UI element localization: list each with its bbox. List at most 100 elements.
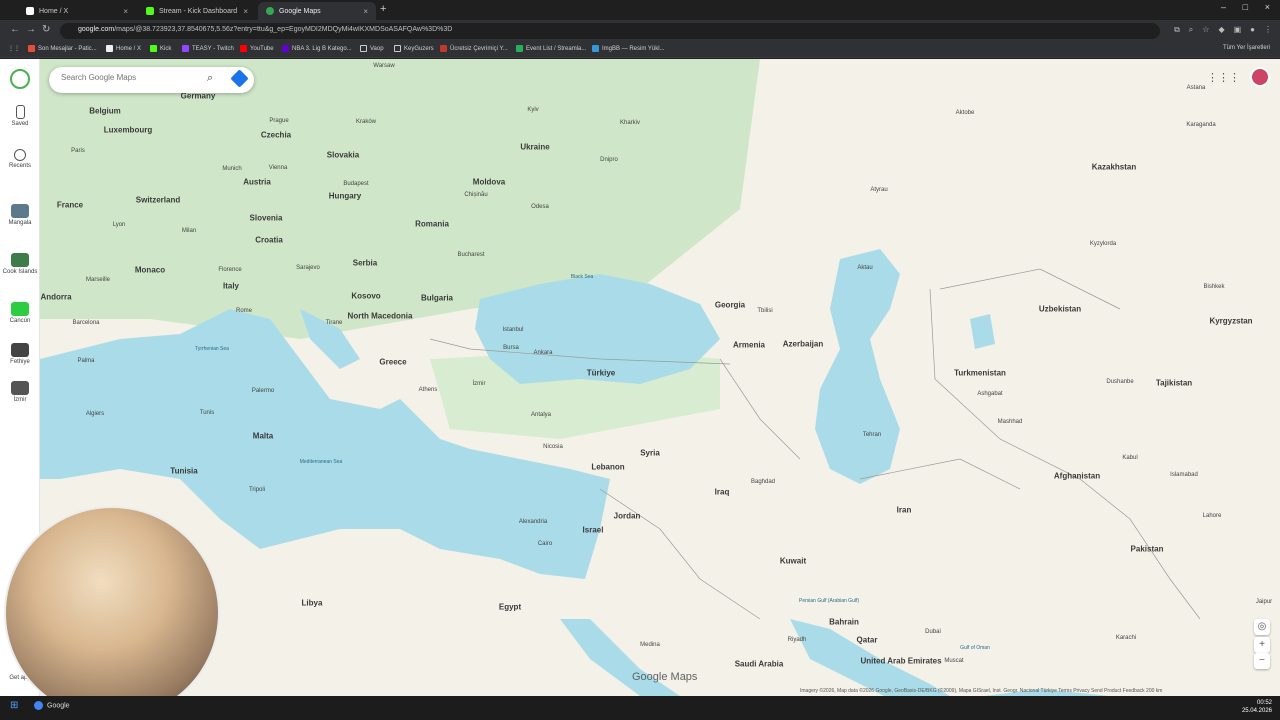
map-label-libya[interactable]: Libya — [302, 599, 323, 608]
bookmark-item[interactable]: Ücretsiz Çevrimiçi Y... — [440, 45, 508, 52]
rail-recents[interactable]: Recents — [0, 149, 40, 169]
map-label-slovenia[interactable]: Slovenia — [250, 214, 283, 223]
map-label-rome[interactable]: Rome — [236, 308, 252, 314]
map-label-aktobe[interactable]: Aktobe — [956, 110, 975, 116]
bookmark-item[interactable]: Event List / Streamla... — [516, 45, 586, 52]
rail-cook-islands[interactable]: Cook Islands — [0, 253, 40, 275]
map-label-mashhad[interactable]: Mashhad — [998, 419, 1023, 425]
map-label-florence[interactable]: Florence — [218, 267, 241, 273]
extension-icon[interactable]: ◆ — [1218, 25, 1224, 35]
map-label-tripoli[interactable]: Tripoli — [249, 487, 265, 493]
tab-google-maps[interactable]: Google Maps × — [258, 2, 376, 20]
map-label-tunis[interactable]: Tunis — [200, 410, 214, 416]
map-label-bursa[interactable]: Bursa — [503, 345, 519, 351]
rail-saved[interactable]: Saved — [0, 105, 40, 127]
map-label-tyrrhenian-sea[interactable]: Tyrrhenian Sea — [195, 346, 229, 352]
map-label-north-macedonia[interactable]: North Macedonia — [348, 312, 413, 321]
close-icon[interactable]: × — [363, 7, 368, 16]
map-label-georgia[interactable]: Georgia — [715, 301, 745, 310]
map-label-medina[interactable]: Medina — [640, 642, 660, 648]
bookmark-item[interactable]: Home / X — [106, 45, 141, 52]
zoom-icon[interactable]: ⌕ — [1189, 25, 1193, 35]
map-label-budapest[interactable]: Budapest — [343, 181, 368, 187]
map-label-nicosia[interactable]: Nicosia — [543, 444, 563, 450]
menu-icon[interactable]: ⋮ — [1264, 25, 1272, 35]
map-label-marseille[interactable]: Marseille — [86, 277, 110, 283]
bookmark-item[interactable]: Son Mesajlar - Patic... — [28, 45, 97, 52]
close-icon[interactable]: × — [243, 7, 248, 16]
map-label-hungary[interactable]: Hungary — [329, 192, 361, 201]
map-label-armenia[interactable]: Armenia — [733, 341, 765, 350]
map-label-palermo[interactable]: Palermo — [252, 388, 274, 394]
map-label-cairo[interactable]: Cairo — [538, 541, 552, 547]
map-label-kyzylorda[interactable]: Kyzylorda — [1090, 241, 1116, 247]
close-icon[interactable]: × — [123, 7, 128, 16]
zoom-out-button[interactable]: − — [1254, 653, 1270, 669]
map-label-black-sea[interactable]: Black Sea — [571, 274, 594, 280]
forward-button[interactable]: → — [26, 24, 36, 35]
url-field[interactable]: google.com/maps/@38.723923,37.8540675,5.… — [60, 23, 1160, 39]
account-avatar[interactable] — [1250, 67, 1270, 87]
map-label-dnipro[interactable]: Dnipro — [600, 157, 618, 163]
map-label-bulgaria[interactable]: Bulgaria — [421, 294, 453, 303]
map-label-paris[interactable]: Paris — [71, 148, 85, 154]
directions-icon[interactable] — [230, 69, 249, 88]
map-label-azerbaijan[interactable]: Azerbaijan — [783, 340, 823, 349]
map-label-malta[interactable]: Malta — [253, 432, 273, 441]
map-label-israel[interactable]: Israel — [583, 526, 604, 535]
map-label-palma[interactable]: Palma — [77, 358, 94, 364]
map-label-istanbul[interactable]: Istanbul — [502, 327, 523, 333]
tab-kick[interactable]: Stream - Kick Dashboard × — [138, 2, 256, 20]
menu-button[interactable] — [0, 69, 40, 91]
install-icon[interactable]: ⧉ — [1174, 25, 1180, 35]
map-label-lyon[interactable]: Lyon — [113, 222, 126, 228]
map-label-iran[interactable]: Iran — [897, 506, 912, 515]
map-label-saudi-arabia[interactable]: Saudi Arabia — [735, 660, 784, 669]
map-label-tunisia[interactable]: Tunisia — [170, 467, 197, 476]
map-label-prague[interactable]: Prague — [269, 118, 288, 124]
bookmark-item[interactable]: YouTube — [240, 45, 274, 52]
google-apps-icon[interactable]: ⋮⋮⋮ — [1207, 71, 1240, 84]
map-label-andorra[interactable]: Andorra — [40, 293, 71, 302]
map-label-atyrau[interactable]: Atyrau — [870, 187, 887, 193]
bookmark-item[interactable]: KeyGuzers — [394, 45, 434, 52]
map-label-serbia[interactable]: Serbia — [353, 259, 377, 268]
bookmark-item[interactable]: Kick — [150, 45, 171, 52]
window-close-button[interactable]: × — [1265, 2, 1270, 12]
map-label-barcelona[interactable]: Barcelona — [72, 320, 99, 326]
map-label-moldova[interactable]: Moldova — [473, 178, 505, 187]
map-label-kabul[interactable]: Kabul — [1122, 455, 1137, 461]
tab-home-x[interactable]: Home / X × — [18, 2, 136, 20]
map-label-kyiv[interactable]: Kyiv — [527, 107, 538, 113]
map-label-dushanbe[interactable]: Dushanbe — [1106, 379, 1133, 385]
map-label-belgium[interactable]: Belgium — [89, 107, 121, 116]
reload-button[interactable]: ↻ — [42, 24, 50, 35]
windows-start-icon[interactable]: ⊞ — [10, 700, 18, 711]
map-label-sarajevo[interactable]: Sarajevo — [296, 265, 320, 271]
map-label-bucharest[interactable]: Bucharest — [457, 252, 484, 258]
map-label-iraq[interactable]: Iraq — [715, 488, 730, 497]
map-label-athens[interactable]: Athens — [419, 387, 438, 393]
map-label-switzerland[interactable]: Switzerland — [136, 196, 180, 205]
map-label-warsaw[interactable]: Warsaw — [373, 63, 394, 69]
profile-icon[interactable]: ● — [1250, 25, 1255, 35]
map-label-algiers[interactable]: Algiers — [86, 411, 104, 417]
map-label-syria[interactable]: Syria — [640, 449, 660, 458]
system-clock[interactable]: 00:52 25.04.2026 — [1242, 699, 1272, 715]
taskbar-chrome[interactable]: Google — [34, 701, 70, 710]
map-label-t-rkiye[interactable]: Türkiye — [587, 369, 615, 378]
rail-izmir[interactable]: İzmir — [0, 381, 40, 403]
map-label-chi-in-u[interactable]: Chișinău — [464, 192, 487, 198]
map-label-dubai[interactable]: Dubai — [925, 629, 941, 635]
map-label-i-zmir[interactable]: İzmir — [473, 381, 486, 387]
rail-fethiye[interactable]: Fethiye — [0, 343, 40, 365]
map-label-united-arab-emirates[interactable]: United Arab Emirates — [860, 657, 941, 666]
map-label-karachi[interactable]: Karachi — [1116, 635, 1136, 641]
map-label-greece[interactable]: Greece — [379, 358, 406, 367]
map-label-lahore[interactable]: Lahore — [1203, 513, 1222, 519]
map-label-ashgabat[interactable]: Ashgabat — [977, 391, 1002, 397]
map-label-gulf-of-oman[interactable]: Gulf of Oman — [960, 645, 990, 651]
new-tab-button[interactable]: + — [380, 3, 386, 15]
map-label-muscat[interactable]: Muscat — [944, 658, 963, 664]
map-label-luxembourg[interactable]: Luxembourg — [104, 126, 152, 135]
